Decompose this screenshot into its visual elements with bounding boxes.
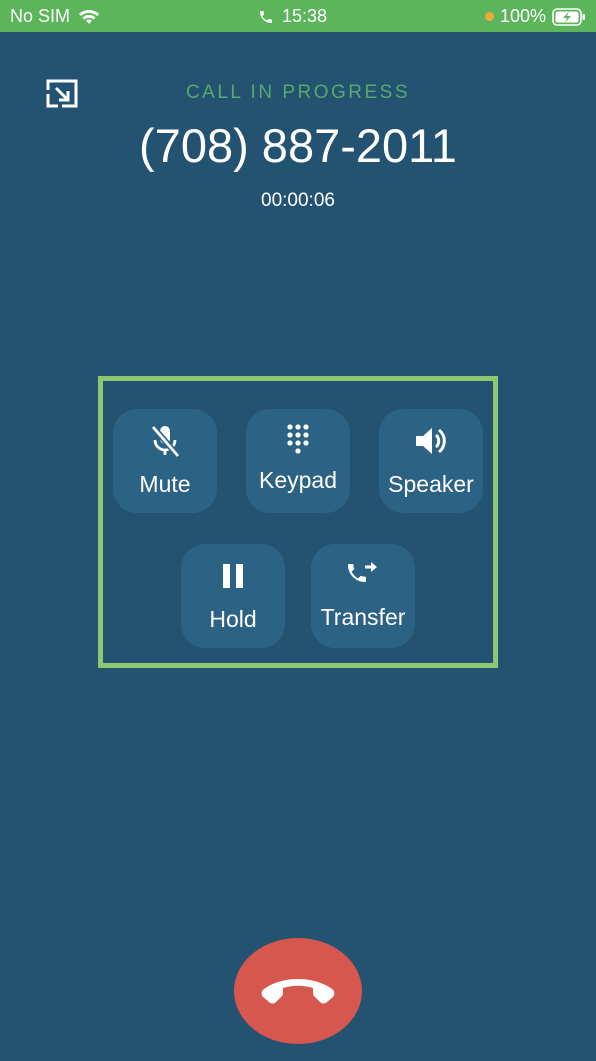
dialpad-icon xyxy=(280,423,316,459)
privacy-indicator-dot xyxy=(484,12,494,21)
pause-icon xyxy=(215,558,251,594)
call-status-label: CALL IN PROGRESS xyxy=(185,82,411,103)
mute-button[interactable]: Mute xyxy=(113,409,217,513)
mic-off-icon xyxy=(147,423,183,459)
status-left: No SIM xyxy=(10,6,100,27)
keypad-label: Keypad xyxy=(258,467,337,493)
speaker-label: Speaker xyxy=(388,471,474,497)
call-transfer-icon xyxy=(345,558,381,594)
wifi-icon xyxy=(79,9,100,24)
transfer-button[interactable]: Transfer xyxy=(311,544,415,648)
clock-time: 15:38 xyxy=(282,6,328,26)
hang-up-icon xyxy=(261,979,335,1004)
hold-button[interactable]: Hold xyxy=(181,544,285,648)
status-center: 15:38 xyxy=(258,6,327,27)
mute-label: Mute xyxy=(139,471,191,497)
status-bar: No SIM 15:38 100% xyxy=(0,0,596,32)
speaker-icon xyxy=(413,423,449,459)
transfer-label: Transfer xyxy=(320,604,406,630)
hold-label: Hold xyxy=(209,606,257,632)
battery-percent: 100% xyxy=(499,6,546,26)
carrier-label: No SIM xyxy=(10,6,71,26)
end-call-button[interactable] xyxy=(234,938,362,1044)
call-timer: 00:00:06 xyxy=(261,190,335,211)
phone-call-icon xyxy=(260,10,272,23)
keypad-button[interactable]: Keypad xyxy=(246,409,350,513)
status-right: 100% xyxy=(484,6,586,27)
phone-number: (708) 887-2011 xyxy=(139,119,457,172)
speaker-button[interactable]: Speaker xyxy=(379,409,483,513)
battery-charging-icon xyxy=(552,7,585,26)
